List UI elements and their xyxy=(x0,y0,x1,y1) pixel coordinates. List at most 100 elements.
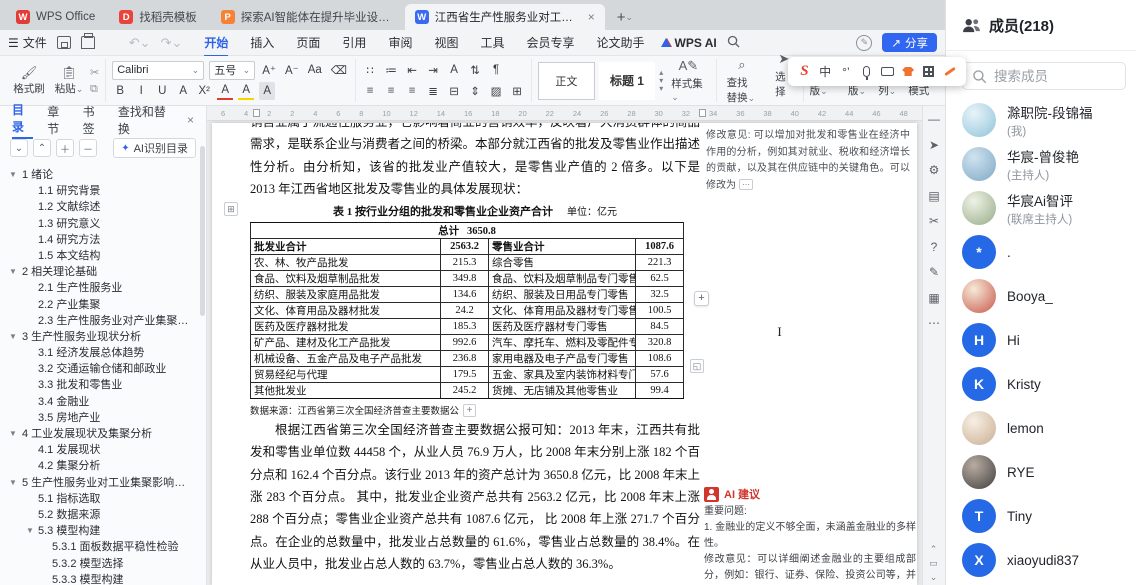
outline-item[interactable]: ▼3 生产性服务业现状分析 xyxy=(0,329,206,345)
sidebar-tab-目录[interactable]: 目录 xyxy=(12,101,33,139)
outline-item[interactable]: ▼2 相关理论基础 xyxy=(0,264,206,280)
align-left-button[interactable]: ≡ xyxy=(362,82,378,100)
outline-item[interactable]: 3.4 金融业 xyxy=(0,394,206,410)
caret-down-icon[interactable]: ▼ xyxy=(9,329,17,345)
clear-format-button[interactable]: ⌫ xyxy=(329,61,349,79)
table-expand-button[interactable]: ◱ xyxy=(690,359,704,373)
menu-tab-页面[interactable]: 页面 xyxy=(286,32,330,53)
menu-tab-开始[interactable]: 开始 xyxy=(194,32,238,53)
outline-item[interactable]: 2.2 产业集聚 xyxy=(0,297,206,313)
asset-table[interactable]: 总计 3650.8 批发业合计2563.2零售业合计1087.6农、林、牧产品批… xyxy=(250,222,684,399)
style-heading1-chip[interactable]: 标题 1 xyxy=(599,62,655,100)
shading-button[interactable]: ▨ xyxy=(488,82,504,100)
undo-icon[interactable]: ↶⌄ xyxy=(129,35,151,51)
copy-icon[interactable]: ⧉ xyxy=(90,85,99,93)
stats-icon[interactable]: ▤ xyxy=(928,189,939,203)
outline-item[interactable]: 5.3.1 面板数据平稳性检验 xyxy=(0,539,206,555)
member-row[interactable]: Xxiaoyudi837 xyxy=(946,538,1136,582)
margin-comment[interactable]: 修改意见: 可以增加对批发和零售业在经济中作用的分析，例如其对就业、税收和经济增… xyxy=(706,128,910,194)
caret-down-icon[interactable]: ▼ xyxy=(9,167,17,183)
soft-keyboard-icon[interactable] xyxy=(879,63,896,81)
member-row[interactable]: RYE xyxy=(946,450,1136,494)
outline-item[interactable]: 2.1 生产性服务业 xyxy=(0,280,206,296)
indent-button[interactable]: ⇥ xyxy=(425,61,441,79)
caret-down-icon[interactable]: ▼ xyxy=(26,523,34,539)
paragraph[interactable]: 销售业属于流通性服务业，它影响着商业的营销效率，反映着广大消费群体的商品需求，是… xyxy=(250,123,700,200)
outline-item[interactable]: 4.1 发展现状 xyxy=(0,442,206,458)
outline-zoom-in-button[interactable]: ＋ xyxy=(56,139,74,157)
outline-zoom-out-button[interactable]: － xyxy=(79,139,97,157)
numbering-button[interactable]: ≔ xyxy=(383,61,399,79)
menu-tab-论文助手[interactable]: 论文助手 xyxy=(587,32,655,53)
align-right-button[interactable]: ≡ xyxy=(404,82,420,100)
adjust-icon[interactable]: ⚙ xyxy=(929,163,940,177)
print-icon[interactable] xyxy=(81,36,95,49)
sidebar-scrollbar[interactable] xyxy=(200,146,205,316)
line-spacing-button[interactable]: ⇕ xyxy=(467,82,483,100)
indent-handle-left[interactable] xyxy=(253,109,260,117)
font-size-select[interactable]: 五号⌄ xyxy=(209,61,255,80)
outline-item[interactable]: 1.2 文献综述 xyxy=(0,199,206,215)
member-row[interactable]: TTiny xyxy=(946,494,1136,538)
member-row[interactable]: Booya_ xyxy=(946,274,1136,318)
caret-down-icon[interactable]: ▼ xyxy=(9,426,17,442)
wps-ai-button[interactable]: WPS AI xyxy=(661,36,717,50)
table-move-handle-icon[interactable]: ⊞ xyxy=(224,202,238,216)
ai-recognize-toc-button[interactable]: ✦AI识别目录 xyxy=(113,138,196,158)
outline-item[interactable]: 4.2 集聚分析 xyxy=(0,458,206,474)
member-row[interactable]: HHi xyxy=(946,318,1136,362)
punctuation-icon[interactable]: °’ xyxy=(837,63,854,81)
collapse-icon[interactable]: — xyxy=(928,112,940,126)
member-row[interactable]: *. xyxy=(946,230,1136,274)
font-color-button[interactable]: A xyxy=(217,82,233,100)
cut-icon[interactable]: ✂ xyxy=(90,69,99,77)
member-row[interactable]: 华宸-曾俊艳(主持人) xyxy=(946,142,1136,186)
app-tab[interactable]: D找稻壳模板 xyxy=(109,4,207,30)
more-icon[interactable]: ⋯ xyxy=(928,316,940,330)
save-icon[interactable] xyxy=(57,36,71,49)
bullets-button[interactable]: ∷ xyxy=(362,61,378,79)
member-row[interactable]: 滁职院-段锦福(我) xyxy=(946,98,1136,142)
app-tab[interactable]: WWPS Office xyxy=(6,4,105,30)
tools-icon[interactable]: ✂ xyxy=(929,214,939,228)
change-case-button[interactable]: Aa xyxy=(306,61,324,79)
menu-tab-工具[interactable]: 工具 xyxy=(470,32,514,53)
menu-tab-审阅[interactable]: 审阅 xyxy=(378,32,422,53)
font-name-select[interactable]: Calibri⌄ xyxy=(112,61,204,80)
document-page[interactable]: 销售业属于流通性服务业，它影响着商业的营销效率，反映着广大消费群体的商品需求，是… xyxy=(212,123,917,585)
ai-suggestion-comment[interactable]: AI 建议 重要问题: 1. 金融业的定义不够全面，未涵盖金融业的多样性。 修改… xyxy=(704,486,916,585)
outline-item[interactable]: ▼5.3 模型构建 xyxy=(0,523,206,539)
style-gallery-scroll[interactable]: ▴▾▾ xyxy=(659,69,663,93)
member-search-box[interactable] xyxy=(962,62,1126,90)
page-up-button[interactable]: ⌃ xyxy=(930,544,938,555)
outline-item[interactable]: 1.4 研究方法 xyxy=(0,232,206,248)
expand-footnote-icon[interactable]: + xyxy=(463,404,476,417)
outline-item[interactable]: 2.3 生产性服务业对产业集聚的影... xyxy=(0,313,206,329)
sidebar-tab-查找和替换[interactable]: 查找和替换 xyxy=(118,103,171,137)
style-set-button[interactable]: A✎样式集⌄ xyxy=(667,58,709,103)
page-select-button[interactable]: ▭ xyxy=(929,558,938,569)
member-search-input[interactable] xyxy=(994,69,1104,84)
menu-tab-插入[interactable]: 插入 xyxy=(240,32,284,53)
close-tab-icon[interactable]: × xyxy=(588,10,595,24)
menu-tab-会员专享[interactable]: 会员专享 xyxy=(516,32,584,53)
distribute-button[interactable]: ⊟ xyxy=(446,82,462,100)
command-search-button[interactable] xyxy=(727,35,740,51)
mark-button[interactable]: ¶ xyxy=(488,61,504,79)
style-normal-chip[interactable]: 正文 xyxy=(538,62,595,100)
tag-icon[interactable]: ▦ xyxy=(928,291,939,305)
menu-tab-视图[interactable]: 视图 xyxy=(424,32,468,53)
text-effects-button[interactable]: A xyxy=(446,61,462,79)
char-border-button[interactable]: A xyxy=(175,82,191,100)
outline-collapse-button[interactable]: ⌄ xyxy=(10,139,28,157)
menu-tab-引用[interactable]: 引用 xyxy=(332,32,376,53)
find-replace-button[interactable]: ⌕查找替换⌄ xyxy=(723,57,761,105)
app-tab[interactable]: P探索AI智能体在提升毕业设计（论文 xyxy=(211,4,401,30)
voice-input-icon[interactable] xyxy=(858,63,875,81)
outline-item[interactable]: 1.5 本文结构 xyxy=(0,248,206,264)
paragraph[interactable]: 根据江西省第三次全国经济普查主要数据公报可知：2013 年末，江西共有批发和零售… xyxy=(250,419,700,575)
outline-expand-button[interactable]: ⌃ xyxy=(33,139,51,157)
outline-item[interactable]: ▼4 工业发展现状及集聚分析 xyxy=(0,426,206,442)
justify-button[interactable]: ≣ xyxy=(425,82,441,100)
comment-more-icon[interactable]: ⋯ xyxy=(739,179,753,190)
